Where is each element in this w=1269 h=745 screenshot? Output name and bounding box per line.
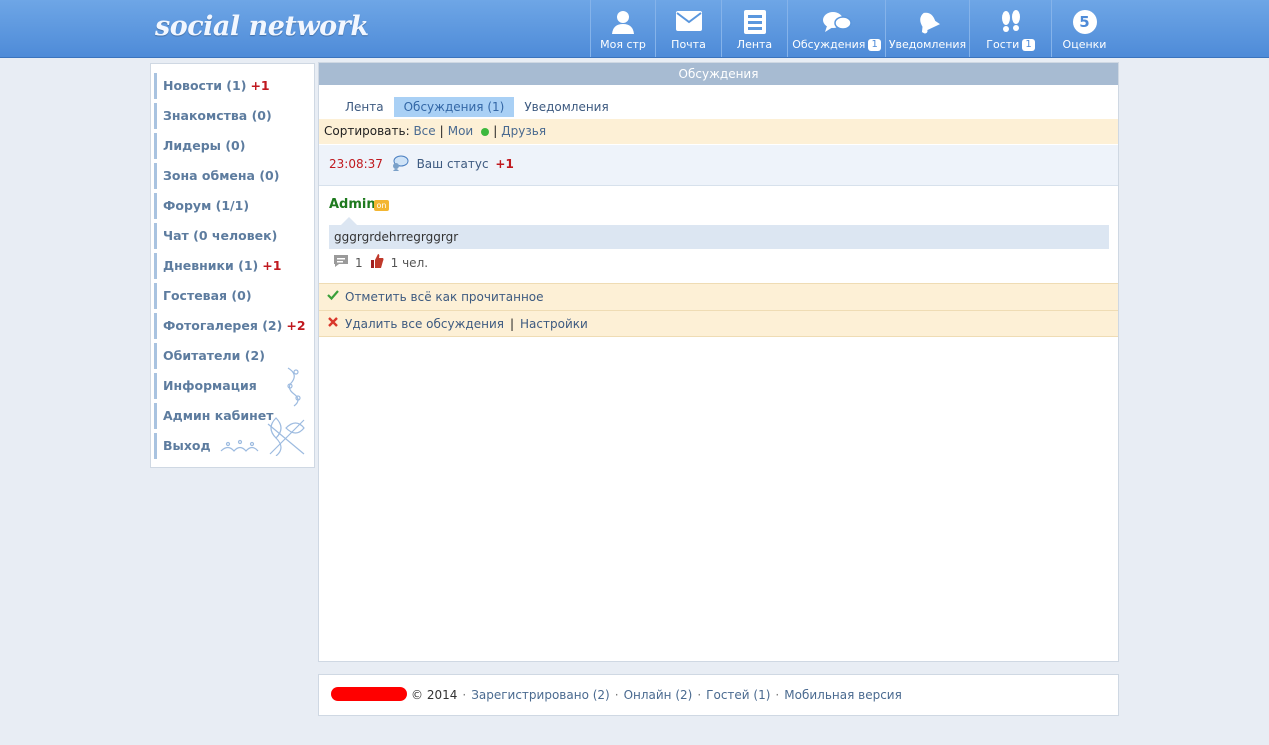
delete-all-discussions-link[interactable]: Удалить все обсуждения [345,311,504,337]
page-title: Обсуждения [319,63,1118,85]
sort-all-link[interactable]: Все [413,124,435,138]
new-count: +1 [262,258,282,273]
sort-mine-link[interactable]: Мои [448,124,474,138]
rating-icon: 5 [1072,10,1097,34]
footprints-icon [998,10,1024,39]
delete-settings-row: Удалить все обсуждения | Настройки [319,310,1118,337]
sidebar-item-photogallery[interactable]: Фотогалерея (2) +2 [154,313,309,339]
user-icon [611,10,635,37]
tab-feed[interactable]: Лента [335,97,394,117]
site-footer: © 2014 · Зарегистрировано (2) · Онлайн (2) · Г… [318,674,1119,716]
mark-read-row: Отметить всё как прочитанное [319,283,1118,310]
status-notification-row[interactable]: 23:08:37 Ваш статус +1 [319,145,1118,186]
mail-icon [675,10,703,35]
status-chat-icon [391,148,409,186]
site-logo[interactable]: social network [155,11,369,42]
sort-label: Сортировать: [324,124,410,138]
nav-guests[interactable]: Гости 1 [969,0,1051,57]
discussions-panel: Обсуждения Лента Обсуждения (1) Уведомле… [318,62,1119,662]
tab-notifications[interactable]: Уведомления [514,97,618,117]
floral-ornament-icon [216,366,306,459]
online-status-badge: on [374,200,389,211]
sidebar-item-dating[interactable]: Знакомства (0) [154,103,309,129]
sidebar-item-leaders[interactable]: Лидеры (0) [154,133,309,159]
registered-link[interactable]: Зарегистрировано (2) [471,688,610,702]
thumbs-up-icon[interactable] [369,253,385,272]
delete-x-icon [327,311,339,337]
nav-label: Лента [736,38,773,51]
post-message[interactable]: gggrgrdehrregrggrgr [329,217,1109,249]
post-meta: 1 1 чел. [333,253,428,272]
sidebar-item-exchange[interactable]: Зона обмена (0) [154,163,309,189]
sidebar-menu: Новости (1) +1 Знакомства (0) Лидеры (0) … [150,63,315,468]
copyright-text: © 2014 [411,688,458,702]
bell-icon [916,10,940,37]
status-plus-count: +1 [495,157,514,171]
nav-discussions[interactable]: Обсуждения 1 [787,0,885,57]
post-author-link[interactable]: Admin [329,197,376,212]
comment-count: 1 [355,255,363,270]
sidebar-item-chat[interactable]: Чат (0 человек) [154,223,309,249]
new-count: +1 [250,78,270,93]
guests-link[interactable]: Гостей (1) [706,688,770,702]
checkmark-icon [327,284,339,310]
comment-icon[interactable] [333,254,349,271]
likes-count: 1 чел. [390,255,429,270]
nav-label: Оценки [1062,38,1107,51]
settings-link[interactable]: Настройки [520,311,588,337]
nav-ratings[interactable]: 5 Оценки [1051,0,1117,57]
top-nav: Моя стр Почта Лента Обсуждения 1 Уведомл… [590,0,1117,58]
nav-label: Гости [986,38,1020,51]
sidebar-item-diaries[interactable]: Дневники (1) +1 [154,253,309,279]
feed-icon [743,10,766,37]
status-time: 23:08:37 [329,157,383,171]
guests-count-badge: 1 [1022,38,1035,51]
sort-friends-link[interactable]: Друзья [501,124,546,138]
sort-bar: Сортировать: Все | Мои | Друзья [319,119,1118,144]
redacted-site-name [331,687,407,701]
top-header: social network Моя стр Почта Лента Обсуж… [0,0,1269,58]
rating-score: 5 [1072,10,1097,34]
mobile-version-link[interactable]: Мобильная версия [784,688,902,702]
nav-label: Моя стр [600,38,646,51]
sidebar-item-news[interactable]: Новости (1) +1 [154,73,309,99]
online-link[interactable]: Онлайн (2) [624,688,693,702]
nav-feed[interactable]: Лента [721,0,787,57]
discussions-count-badge: 1 [868,38,881,51]
nav-notifications[interactable]: Уведомления [885,0,969,57]
tab-bar: Лента Обсуждения (1) Уведомления [335,97,619,117]
discussions-icon [822,10,852,37]
status-link[interactable]: Ваш статус [417,157,489,171]
online-dot-icon [481,128,490,136]
mark-all-read-link[interactable]: Отметить всё как прочитанное [345,284,544,310]
new-count: +2 [286,318,306,333]
sidebar-item-forum[interactable]: Форум (1/1) [154,193,309,219]
discussion-post: Admin on gggrgrdehrregrggrgr 1 1 чел. [319,187,1118,283]
nav-label: Обсуждения [792,38,866,51]
nav-mail[interactable]: Почта [655,0,721,57]
nav-label: Почта [671,38,706,51]
sidebar-item-guestbook[interactable]: Гостевая (0) [154,283,309,309]
nav-label: Уведомления [888,38,967,51]
nav-my-page[interactable]: Моя стр [590,0,655,57]
tab-discussions[interactable]: Обсуждения (1) [393,97,515,117]
